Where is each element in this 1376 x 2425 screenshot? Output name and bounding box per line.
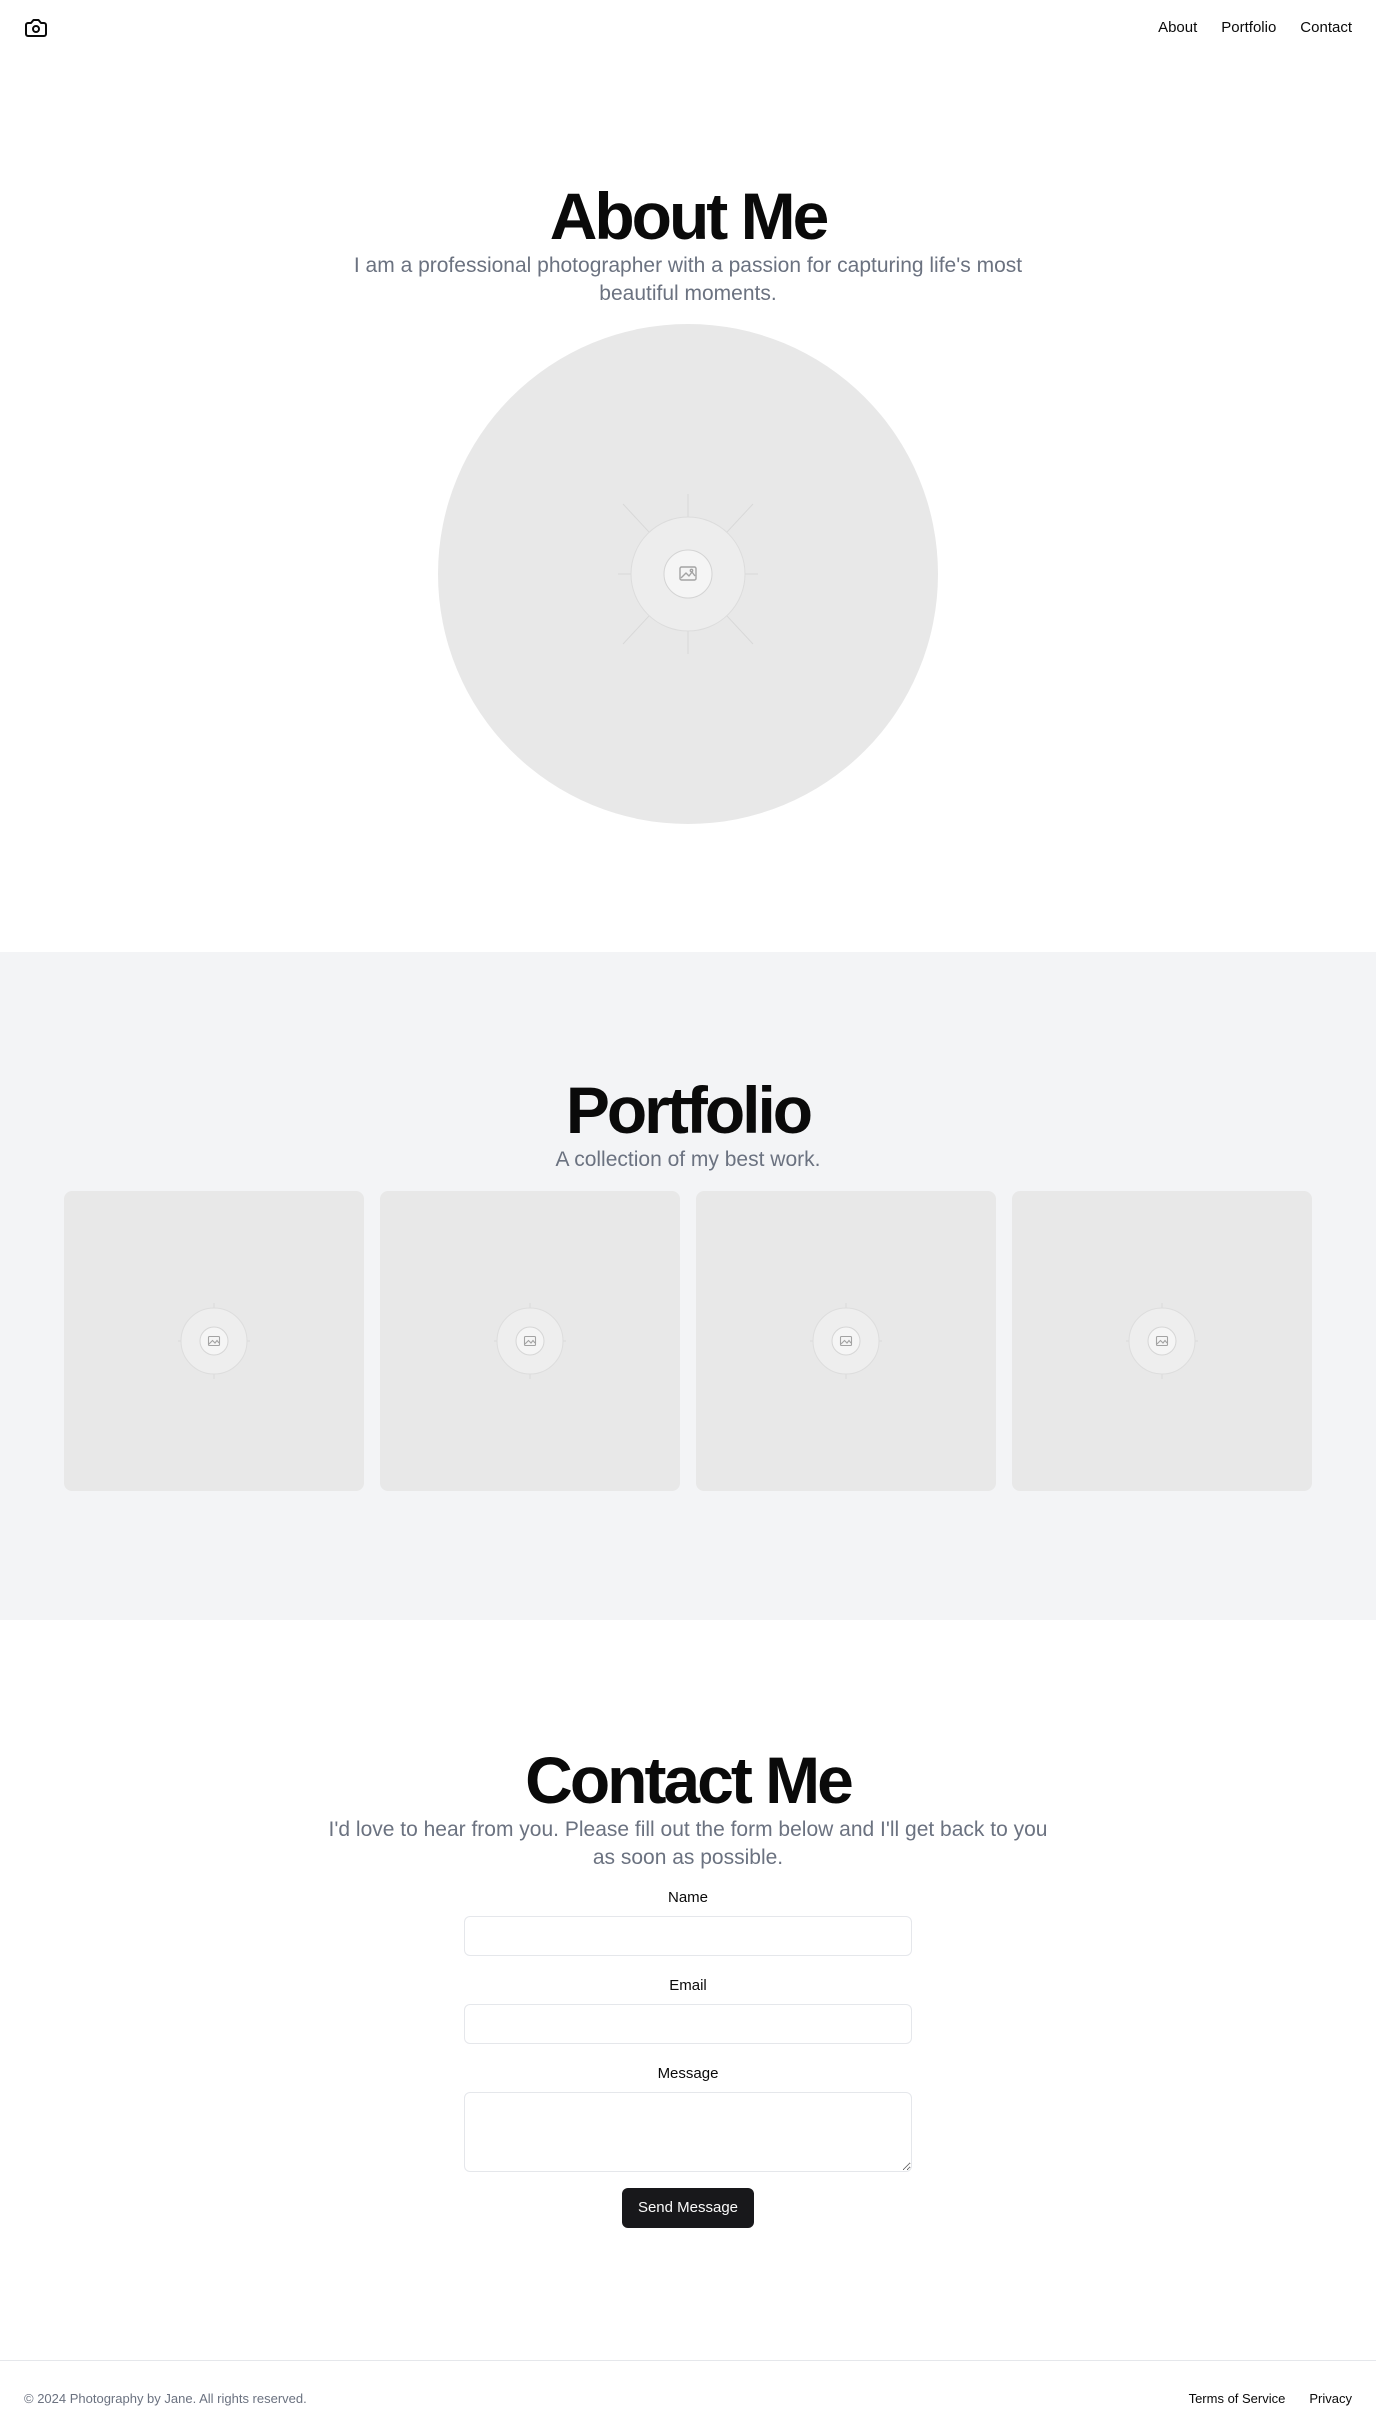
camera-icon[interactable] <box>24 16 48 40</box>
image-placeholder-icon <box>494 1303 566 1379</box>
footer-links: Terms of Service Privacy <box>1189 2391 1352 2407</box>
portfolio-item[interactable] <box>1012 1191 1312 1491</box>
portfolio-section: Portfolio A collection of my best work. <box>0 952 1376 1620</box>
nav-link-about[interactable]: About <box>1158 18 1197 38</box>
send-message-button[interactable]: Send Message <box>621 2188 755 2228</box>
privacy-link[interactable]: Privacy <box>1309 2391 1352 2407</box>
about-subtitle: I am a professional photographer with a … <box>353 254 1023 305</box>
name-input[interactable] <box>464 1916 912 1956</box>
email-input[interactable] <box>464 2004 912 2044</box>
image-placeholder-icon <box>810 1303 882 1379</box>
image-placeholder-icon <box>618 494 758 654</box>
nav-link-portfolio[interactable]: Portfolio <box>1221 18 1276 38</box>
contact-title: Contact Me <box>525 1743 854 1817</box>
email-label: Email <box>669 1977 707 1994</box>
terms-link[interactable]: Terms of Service <box>1189 2391 1286 2407</box>
site-footer: © 2024 Photography by Jane. All rights r… <box>0 2360 1376 2425</box>
about-section: About Me I am a professional photographe… <box>0 56 1376 952</box>
portfolio-item[interactable] <box>64 1191 364 1491</box>
message-textarea[interactable] <box>464 2092 912 2172</box>
contact-form: Name Email Message Send Message <box>464 1888 912 2228</box>
contact-section: Contact Me I'd love to hear from you. Pl… <box>0 1620 1376 2360</box>
site-header: About Portfolio Contact <box>0 0 1376 56</box>
portfolio-subtitle: A collection of my best work. <box>555 1148 821 1171</box>
copyright-text: © 2024 Photography by Jane. All rights r… <box>24 2391 307 2406</box>
portfolio-item[interactable] <box>696 1191 996 1491</box>
about-title: About Me <box>549 179 830 253</box>
name-label: Name <box>667 1889 708 1906</box>
portfolio-grid <box>64 1191 1312 1491</box>
nav-link-contact[interactable]: Contact <box>1300 18 1352 38</box>
image-placeholder-icon <box>178 1303 250 1379</box>
contact-subtitle: I'd love to hear from you. Please fill o… <box>328 1818 1048 1869</box>
portfolio-title: Portfolio <box>565 1073 813 1147</box>
main-nav: About Portfolio Contact <box>1158 18 1352 38</box>
message-label: Message <box>657 2065 719 2082</box>
image-placeholder-icon <box>1126 1303 1198 1379</box>
portfolio-item[interactable] <box>380 1191 680 1491</box>
submit-row: Send Message <box>464 2188 912 2228</box>
about-portrait <box>438 324 938 824</box>
